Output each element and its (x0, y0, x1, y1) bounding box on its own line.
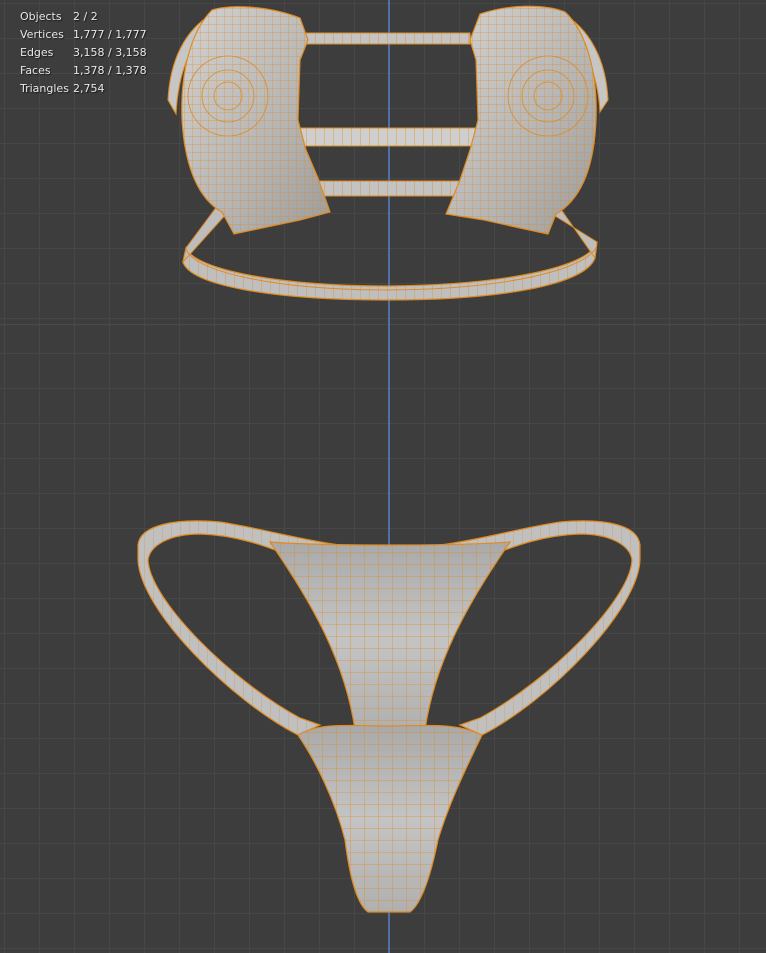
stat-row-objects: Objects 2 / 2 (20, 8, 147, 26)
stat-row-faces: Faces 1,378 / 1,378 (20, 62, 147, 80)
stat-label: Edges (20, 46, 54, 59)
bikini-top[interactable] (167, 5, 609, 301)
left-cup (181, 6, 331, 235)
stat-label: Faces (20, 64, 51, 77)
stat-value: 2,754 (73, 82, 105, 95)
stat-label: Vertices (20, 28, 64, 41)
stat-row-edges: Edges 3,158 / 3,158 (20, 44, 147, 62)
scene-statistics-overlay: Objects 2 / 2 Vertices 1,777 / 1,777 Edg… (20, 8, 147, 98)
stat-value: 1,777 / 1,777 (73, 28, 147, 41)
bikini-bottom[interactable] (137, 520, 641, 913)
front-panel (268, 541, 512, 731)
stat-label: Triangles (20, 82, 69, 95)
stat-value: 2 / 2 (73, 10, 98, 23)
stat-value: 3,158 / 3,158 (73, 46, 147, 59)
thong-panel (297, 724, 483, 913)
stat-row-triangles: Triangles 2,754 (20, 80, 147, 98)
stat-row-vertices: Vertices 1,777 / 1,777 (20, 26, 147, 44)
center-straps (299, 32, 481, 197)
stat-value: 1,378 / 1,378 (73, 64, 147, 77)
mesh-wireframe[interactable] (0, 0, 766, 953)
3d-viewport[interactable]: Objects 2 / 2 Vertices 1,777 / 1,777 Edg… (0, 0, 766, 953)
stat-label: Objects (20, 10, 62, 23)
